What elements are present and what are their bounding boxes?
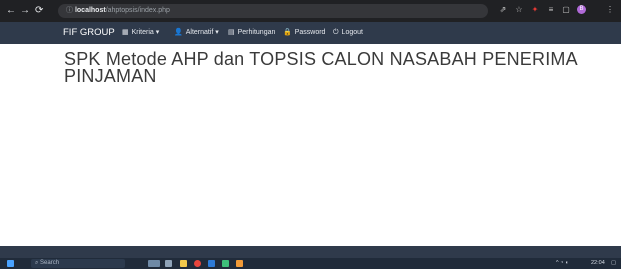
nav-item-perhitungan[interactable]: ▤ Perhitungan — [228, 22, 275, 44]
sidepanel-icon[interactable]: ▢ — [561, 5, 571, 15]
search-placeholder: Search — [40, 260, 60, 266]
notification-icon[interactable]: ▢ — [611, 258, 616, 269]
chevron-up-icon: ^ — [556, 260, 559, 266]
logout-icon: ⏻ — [333, 29, 339, 36]
brand-name[interactable]: FIF GROUP — [63, 22, 115, 44]
windows-start-icon[interactable] — [7, 260, 14, 267]
volume-icon: ◖ — [564, 260, 569, 266]
address-bar[interactable]: ⓘ localhost/ahptopsis/index.php — [58, 4, 488, 18]
main-content: SPK Metode AHP dan TOPSIS CALON NASABAH … — [0, 44, 621, 246]
profile-avatar[interactable]: B — [577, 5, 586, 14]
page-footer — [0, 246, 621, 258]
back-icon[interactable]: ← — [6, 4, 16, 18]
grid-icon: ▦ — [122, 29, 129, 36]
reload-icon[interactable]: ⟳ — [35, 4, 43, 18]
user-icon: 👤 — [174, 29, 183, 36]
chevron-down-icon: ▾ — [215, 29, 219, 36]
extension-icon[interactable]: ✦ — [530, 5, 540, 15]
nav-item-label: Alternatif — [185, 29, 214, 36]
nav-item-label: Perhitungan — [237, 29, 276, 36]
app-icon[interactable] — [222, 260, 229, 267]
chrome-browser-icon[interactable] — [194, 260, 201, 267]
os-taskbar: ⌕ Search ^ ◔ ◖ 22:04 ▢ — [0, 258, 621, 269]
chevron-down-icon: ▾ — [155, 29, 160, 36]
nav-item-label: Password — [294, 29, 326, 36]
xampp-icon[interactable] — [236, 260, 243, 267]
nav-item-logout[interactable]: ⏻ Logout — [333, 22, 363, 44]
nav-item-password[interactable]: 🔒 Password — [283, 22, 325, 44]
nav-item-alternatif[interactable]: 👤 Alternatif ▾ — [174, 22, 219, 44]
bookmark-star-icon[interactable]: ☆ — [514, 5, 524, 15]
nav-item-label: Logout — [341, 29, 363, 36]
task-view-icon[interactable] — [165, 260, 172, 267]
weather-widget-icon[interactable] — [148, 260, 160, 267]
nav-item-kriteria[interactable]: ▦ Kriteria ▾ — [122, 22, 159, 44]
lock-icon: 🔒 — [283, 29, 292, 36]
media-icon[interactable]: ≡ — [546, 5, 556, 15]
network-icon: ◔ — [560, 260, 564, 266]
browser-toolbar: ← → ⟳ ⓘ localhost/ahptopsis/index.php ⇗ … — [0, 0, 621, 22]
vscode-icon[interactable] — [208, 260, 215, 267]
menu-kebab-icon[interactable]: ⋮ — [605, 5, 615, 15]
url-path: /ahptopsis/index.php — [105, 7, 170, 14]
url-host: localhost — [74, 7, 106, 14]
nav-item-label: Kriteria — [131, 29, 154, 36]
system-tray[interactable]: ^ ◔ ◖ — [556, 258, 568, 269]
file-explorer-icon[interactable] — [180, 260, 187, 267]
page-title: SPK Metode AHP dan TOPSIS CALON NASABAH … — [64, 49, 577, 86]
app-navbar: FIF GROUP ▦ Kriteria ▾ 👤 Alternatif ▾ ▤ Per… — [0, 22, 621, 44]
list-icon: ▤ — [228, 29, 235, 36]
forward-icon[interactable]: → — [20, 4, 30, 18]
info-icon: ⓘ — [66, 7, 75, 14]
share-icon[interactable]: ⇗ — [498, 5, 508, 15]
taskbar-search-input[interactable]: ⌕ Search — [31, 259, 125, 268]
clock[interactable]: 22:04 — [591, 258, 605, 269]
